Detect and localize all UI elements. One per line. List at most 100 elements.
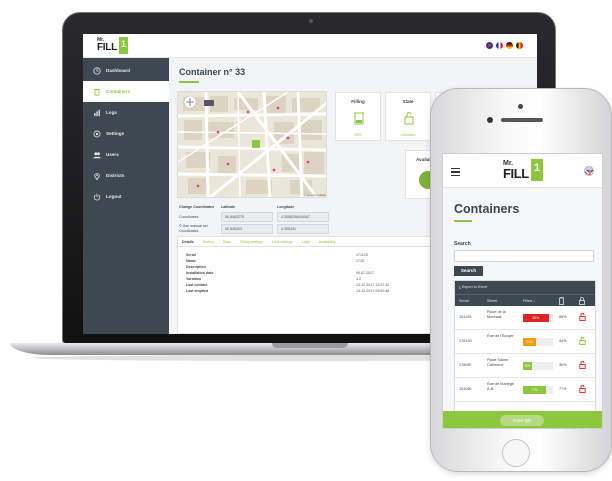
longitude-field[interactable]: 4.3556296444087 xyxy=(277,212,329,222)
table-header: Serial Street Filled ↓ xyxy=(455,294,595,306)
latitude-field[interactable]: 50.8463275 xyxy=(221,212,273,222)
page-title: Container n° 33 xyxy=(179,67,246,77)
title-underline xyxy=(454,220,472,222)
tab-history[interactable]: History xyxy=(203,237,214,246)
lock-icon[interactable] xyxy=(579,337,586,345)
card-value: 33% xyxy=(354,133,362,137)
card-title: State xyxy=(402,99,414,104)
row-street: Place Sainte Catherine xyxy=(487,358,509,367)
battery-column-icon[interactable] xyxy=(559,297,564,306)
detail-value-last-contact: 13-12-2017 13:37:32 xyxy=(356,283,390,287)
row-battery-pct: 85% xyxy=(559,315,567,319)
row-serial: 178087 xyxy=(459,363,472,367)
longitude-heading: Longitude xyxy=(277,205,295,209)
column-street[interactable]: Street xyxy=(487,299,497,303)
manual-latitude-field[interactable]: 50.846303 xyxy=(221,224,273,234)
search-button[interactable]: Search xyxy=(454,266,483,276)
sidebar-item-containers[interactable]: Containers xyxy=(83,81,169,102)
unlock-icon xyxy=(404,112,414,125)
detail-value-last-emptied: 13-12-2017 09:52:48 xyxy=(356,289,390,293)
manual-coordinates-label[interactable]: © Use manual set Coordinates xyxy=(179,224,219,234)
flag-icon-uk[interactable] xyxy=(486,42,493,49)
card-title: Filling xyxy=(351,99,365,104)
home-button[interactable] xyxy=(502,439,530,467)
language-flags xyxy=(486,42,523,49)
map-pin-icon xyxy=(93,172,101,180)
sidebar-item-dashboard[interactable]: Dashboard xyxy=(83,60,169,81)
column-serial[interactable]: Serial xyxy=(459,299,469,303)
fill-bar: 77% xyxy=(523,386,553,394)
hamburger-menu-icon[interactable] xyxy=(451,168,460,176)
phone-camera xyxy=(518,104,523,109)
fill-bar: 44% xyxy=(523,338,553,346)
export-label: Export to Excel xyxy=(461,285,488,289)
export-excel-button[interactable]: ⤓ Export to Excel xyxy=(455,281,595,294)
row-serial: 161125 xyxy=(459,315,472,319)
sidebar-item-districts[interactable]: Districts xyxy=(83,165,169,186)
sidebar-item-logout[interactable]: Logout xyxy=(83,186,169,207)
table-row[interactable]: 178133 Rue de l'Écuyer 44% 44% xyxy=(455,330,595,354)
detail-label-last-emptied: Last emptied xyxy=(186,289,209,293)
tab-filling-settings[interactable]: Filling settings xyxy=(240,237,263,246)
mobile-header: Mr. FILL 1 xyxy=(443,154,602,188)
flag-icon-be[interactable] xyxy=(516,42,523,49)
app-header: Mr. FILL 1 xyxy=(83,34,537,58)
search-input[interactable] xyxy=(454,250,594,262)
svg-text:© OpenStreetMap: © OpenStreetMap xyxy=(303,193,326,197)
phone-frame: Mr. FILL 1 Containers Search Search ⤓ Ex… xyxy=(430,88,612,472)
logo-bottom-text: FILL xyxy=(503,166,529,181)
tab-logs[interactable]: Logs xyxy=(302,237,310,246)
map-graphic: © OpenStreetMap xyxy=(178,92,326,197)
logo-bottom-text: FILL xyxy=(97,42,117,53)
table-row[interactable]: 161082 Rue de Manège A.B. 77% 77% xyxy=(455,378,595,402)
sidebar-item-label: Logout xyxy=(106,194,122,199)
sidebar-item-label: Dashboard xyxy=(106,68,130,73)
bin-icon xyxy=(354,112,364,125)
sidebar-item-logs[interactable]: Logs xyxy=(83,102,169,123)
lock-icon[interactable] xyxy=(579,385,586,393)
row-street: Rue de l'Écuyer xyxy=(487,334,514,338)
row-serial: 161082 xyxy=(459,387,472,391)
mobile-logo[interactable]: Mr. FILL 1 xyxy=(503,159,547,183)
latitude-heading: Latitude xyxy=(221,205,235,209)
page-title: Containers xyxy=(454,202,520,216)
power-icon xyxy=(93,193,101,201)
gear-icon xyxy=(93,130,101,138)
detail-value-variation: 4.2 xyxy=(356,277,361,281)
detail-label-installation: Installation date xyxy=(186,271,214,275)
mobile-app: Mr. FILL 1 Containers Search Search ⤓ Ex… xyxy=(442,153,603,429)
language-flag-icon[interactable] xyxy=(584,166,594,176)
detail-value-serial: 171125 xyxy=(356,253,368,257)
flag-icon-de[interactable] xyxy=(506,42,513,49)
manual-longitude-field[interactable]: 4.355431 xyxy=(277,224,329,234)
tab-lock-settings[interactable]: Lock settings xyxy=(272,237,293,246)
detail-label-name: Name xyxy=(186,259,196,263)
column-filled[interactable]: Filled ↓ xyxy=(523,299,535,303)
sidebar-item-settings[interactable]: Settings xyxy=(83,123,169,144)
sidebar-item-users[interactable]: Users xyxy=(83,144,169,165)
clock-icon xyxy=(93,66,101,75)
bar-chart-icon xyxy=(93,109,101,117)
row-battery-pct: 77% xyxy=(559,387,567,391)
card-value: Unlocked xyxy=(400,133,416,137)
detail-label-variation: Variation xyxy=(186,277,202,281)
bin-icon xyxy=(93,88,101,96)
tab-availability[interactable]: Availability xyxy=(319,237,336,246)
app-logo[interactable]: Mr. FILL 1 xyxy=(97,37,131,55)
lock-icon[interactable] xyxy=(579,313,586,321)
lock-icon[interactable] xyxy=(579,361,586,369)
detail-value-name: 171E xyxy=(356,259,365,263)
flag-icon-fr[interactable] xyxy=(496,42,503,49)
tab-stats[interactable]: Stats xyxy=(223,237,231,246)
mobile-footer: Scan QR xyxy=(443,411,602,428)
row-battery-pct: 30% xyxy=(559,363,567,367)
row-street: Place de la Monnaie xyxy=(487,310,506,319)
lock-column-icon[interactable] xyxy=(579,297,585,306)
tab-details[interactable]: Details xyxy=(182,237,194,246)
fill-bar: 30% xyxy=(523,362,553,370)
table-row[interactable]: 178087 Place Sainte Catherine 30% 30% xyxy=(455,354,595,378)
phone-speaker xyxy=(501,118,543,122)
scan-qr-button[interactable]: Scan QR xyxy=(500,415,544,426)
container-map[interactable]: © OpenStreetMap xyxy=(177,91,327,198)
table-row[interactable]: 161125 Place de la Monnaie 85% 85% xyxy=(455,306,595,330)
